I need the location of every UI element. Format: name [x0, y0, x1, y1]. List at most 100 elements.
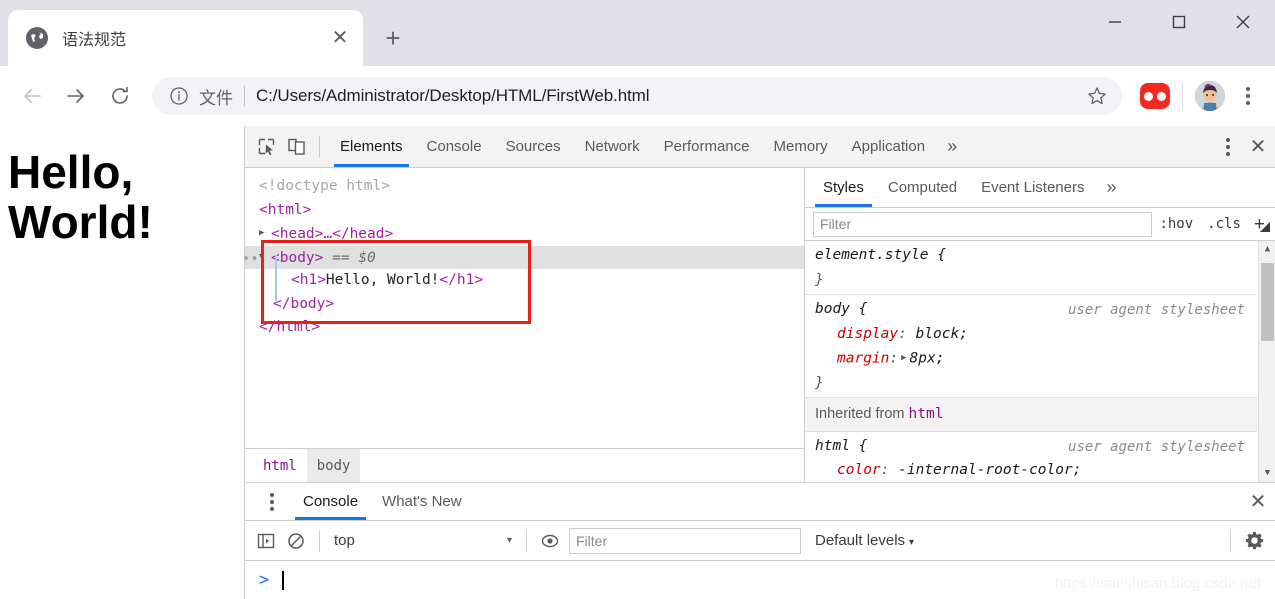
tab-sources[interactable]: Sources — [494, 126, 573, 167]
selected-node-ref: == $0 — [332, 249, 376, 266]
chevron-down-icon: ▾ — [909, 537, 915, 548]
dom-tree[interactable]: <!doctype html> <html> ▶ <head>…</head> •… — [245, 168, 804, 448]
extension-dot-left — [1144, 91, 1153, 101]
dom-gutter-ellipsis: ••• — [245, 251, 260, 267]
style-rule-body[interactable]: body { user agent stylesheet display: bl… — [805, 295, 1257, 399]
tab-network[interactable]: Network — [573, 126, 652, 167]
console-prompt-row[interactable]: > https://sanshisan.blog.csdn.net — [245, 561, 1275, 599]
dom-line-body-selected[interactable]: •••▼<body> == $0 — [245, 245, 804, 270]
dom-line-body-close[interactable]: </body> — [245, 293, 804, 317]
inherited-source-tag: html — [908, 406, 944, 423]
back-button[interactable] — [10, 74, 54, 118]
tab-elements[interactable]: Elements — [328, 126, 415, 167]
styles-scrollbar[interactable]: ▲ ▼ — [1258, 241, 1275, 482]
device-toolbar-icon[interactable] — [281, 132, 311, 162]
breadcrumb-item-html[interactable]: html — [253, 449, 307, 483]
dom-line-h1[interactable]: <h1>Hello, World!</h1> <h1>Hello, World!… — [245, 269, 804, 293]
chrome-menu-icon[interactable] — [1231, 79, 1265, 113]
breadcrumb-item-body[interactable]: body — [306, 448, 361, 483]
styles-tabs-overflow-icon[interactable]: » — [1096, 177, 1126, 198]
dom-tree-pane: <!doctype html> <html> ▶ <head>…</head> •… — [245, 168, 805, 483]
drawer-more-options-icon[interactable] — [259, 487, 285, 517]
styles-rules-list[interactable]: element.style { } body { user agent styl… — [805, 241, 1275, 482]
omnibox-divider — [244, 86, 245, 106]
console-context-value: top — [334, 532, 355, 549]
live-expression-icon[interactable] — [535, 526, 565, 556]
console-toolbar-divider — [319, 529, 320, 552]
drawer-tab-console[interactable]: Console — [291, 483, 370, 520]
dom-line-html-close[interactable]: </html> — [245, 316, 804, 340]
console-filter-input[interactable]: Filter — [569, 527, 801, 554]
dom-line-doctype[interactable]: <!doctype html> — [245, 175, 804, 199]
console-context-select[interactable]: top ▾ — [328, 532, 518, 549]
browser-toolbar: 文件 C:/Users/Administrator/Desktop/HTML/F… — [0, 66, 1275, 126]
devtools-tabbar: Elements Console Sources Network Perform… — [245, 126, 1275, 168]
console-filter-placeholder: Filter — [576, 532, 608, 549]
devtools-close-icon[interactable]: ✕ — [1241, 132, 1275, 162]
console-levels-label: Default levels — [815, 532, 906, 549]
tab-close-icon[interactable]: ✕ — [327, 25, 353, 51]
tab-strip: 语法规范 ✕ + — [0, 0, 1275, 66]
drawer-tab-whats-new[interactable]: What's New — [370, 483, 474, 520]
console-toolbar-divider-3 — [1230, 529, 1231, 552]
style-declaration[interactable]: display: block; — [815, 322, 1257, 347]
gear-icon[interactable] — [1239, 526, 1269, 556]
star-icon[interactable] — [1080, 79, 1114, 113]
style-rule-html[interactable]: html { user agent stylesheet color: -int… — [805, 432, 1257, 482]
tab-application[interactable]: Application — [840, 126, 937, 167]
cls-button[interactable]: .cls — [1200, 216, 1248, 232]
devtools-tabs-overflow-icon[interactable]: » — [937, 136, 967, 157]
reload-button[interactable] — [98, 74, 142, 118]
style-rule-close-brace: } — [815, 271, 824, 288]
inspect-element-icon[interactable] — [251, 132, 281, 162]
extension-icon[interactable] — [1140, 83, 1170, 109]
styles-filter-input[interactable]: Filter — [813, 211, 1153, 237]
dom-line-head[interactable]: ▶ <head>…</head> — [245, 222, 804, 246]
inherited-from-label: Inherited from html — [805, 398, 1257, 432]
close-window-button[interactable] — [1211, 0, 1275, 44]
tab-styles[interactable]: Styles — [811, 168, 876, 207]
console-prompt-icon: > — [259, 570, 270, 590]
style-declaration[interactable]: margin: ▶ 8px; — [815, 346, 1257, 371]
minimize-button[interactable] — [1083, 0, 1147, 44]
tab-computed[interactable]: Computed — [876, 168, 969, 207]
styles-filter-row: Filter :hov .cls + — [805, 208, 1275, 241]
forward-button[interactable] — [54, 74, 98, 118]
expand-margin-arrow[interactable]: ▶ — [901, 346, 906, 371]
devtools-main: <!doctype html> <html> ▶ <head>…</head> •… — [245, 168, 1275, 483]
devtools-drawer: Console What's New ✕ top ▾ Filter Defaul… — [245, 482, 1275, 599]
tab-performance[interactable]: Performance — [652, 126, 762, 167]
expand-head-arrow[interactable]: ▶ — [259, 222, 270, 246]
styles-filter-placeholder: Filter — [820, 216, 852, 232]
profile-avatar[interactable] — [1195, 81, 1225, 111]
style-rule-selector: body { user agent stylesheet — [815, 297, 1257, 322]
collapse-body-arrow[interactable]: ▼ — [259, 246, 270, 270]
drawer-close-icon[interactable]: ✕ — [1241, 487, 1275, 517]
tab-memory[interactable]: Memory — [762, 126, 840, 167]
console-levels-select[interactable]: Default levels ▾ — [801, 532, 914, 549]
info-circle-icon[interactable] — [168, 85, 190, 107]
styles-pane: Styles Computed Event Listeners » Filter… — [805, 168, 1275, 482]
console-sidebar-icon[interactable] — [251, 526, 281, 556]
new-tab-button[interactable]: + — [371, 16, 415, 60]
new-style-rule-button[interactable]: + — [1248, 215, 1271, 234]
scroll-down-arrow-icon[interactable]: ▼ — [1259, 465, 1275, 482]
console-text-cursor — [282, 570, 285, 590]
style-rule-selector: html { user agent stylesheet — [815, 434, 1257, 459]
clear-console-icon[interactable] — [281, 526, 311, 556]
scroll-up-arrow-icon[interactable]: ▲ — [1259, 241, 1275, 258]
address-bar[interactable]: 文件 C:/Users/Administrator/Desktop/HTML/F… — [152, 77, 1122, 115]
hov-button[interactable]: :hov — [1152, 216, 1200, 232]
browser-tab[interactable]: 语法规范 ✕ — [8, 10, 363, 66]
style-declaration[interactable]: color: -internal-root-color; — [815, 458, 1257, 482]
page-viewport: Hello, World! — [0, 126, 244, 599]
dom-line-html-open[interactable]: <html> — [245, 199, 804, 223]
tab-event-listeners[interactable]: Event Listeners — [969, 168, 1096, 207]
devtools-more-options-icon[interactable] — [1215, 132, 1241, 162]
scrollbar-thumb[interactable] — [1261, 263, 1274, 341]
url-text: C:/Users/Administrator/Desktop/HTML/Firs… — [256, 86, 650, 105]
tab-console[interactable]: Console — [415, 126, 494, 167]
style-rule-element-style[interactable]: element.style { } — [805, 241, 1257, 295]
style-rule-selector: element.style { — [815, 247, 946, 263]
maximize-button[interactable] — [1147, 0, 1211, 44]
